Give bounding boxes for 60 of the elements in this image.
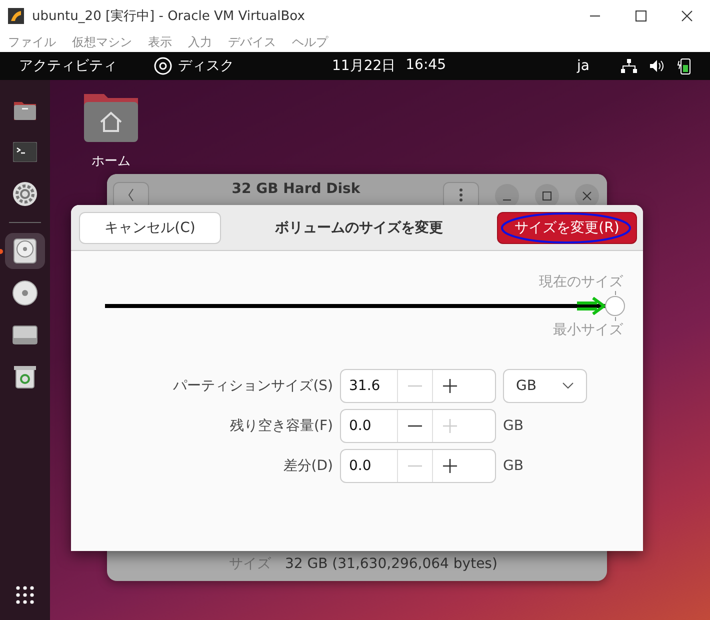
field-label: パーティションサイズ(S)	[172, 377, 333, 395]
folder-icon	[13, 99, 37, 121]
maximize-icon	[635, 10, 647, 22]
annotation-arrow	[577, 297, 605, 315]
field-label: 残り空き容量(F)	[229, 417, 333, 435]
spin-field[interactable]: 0.0	[340, 409, 496, 443]
time[interactable]: 16:45	[406, 57, 446, 75]
gear-icon	[12, 181, 38, 207]
minimum-size-label: 最小サイズ	[552, 321, 623, 339]
trash-icon	[14, 365, 36, 389]
volume-icon[interactable]	[649, 59, 666, 73]
disc-icon	[12, 280, 38, 306]
number-input[interactable]: 31.6	[341, 370, 397, 402]
app-icon	[8, 8, 24, 24]
menu-item[interactable]: ヘルプ	[292, 34, 328, 50]
size-slider[interactable]	[105, 293, 626, 319]
chevron-down-icon	[562, 382, 574, 390]
drive-icon	[12, 325, 38, 345]
dock-item[interactable]	[5, 233, 45, 269]
plus-icon	[443, 379, 457, 393]
terminal-icon	[13, 142, 37, 162]
window-title: 32 GB Hard Disk	[230, 181, 362, 197]
menu-item[interactable]: 表示	[148, 34, 172, 50]
dialog-title: ボリュームのサイズを変更	[274, 218, 444, 236]
menu-item[interactable]: 仮想マシン	[72, 34, 132, 50]
date[interactable]: 11月22日	[332, 57, 396, 75]
size-value: 32 GB (31,630,296,064 bytes)	[285, 556, 498, 572]
field-label: 差分(D)	[282, 457, 333, 475]
close-icon	[582, 191, 592, 201]
minus-icon	[408, 425, 422, 427]
activities-button[interactable]: アクティビティ	[19, 57, 154, 75]
desktop-icon-label: ホーム	[92, 153, 130, 170]
chevron-left-icon	[127, 188, 135, 202]
minus-icon	[408, 385, 422, 387]
plus-icon	[443, 419, 457, 433]
slider-thumb[interactable]	[605, 296, 625, 316]
battery-icon[interactable]	[677, 57, 692, 75]
disk-icon	[154, 57, 172, 75]
minimize-icon	[502, 199, 512, 201]
unit-dropdown[interactable]: GB	[503, 369, 587, 403]
plus-icon	[443, 459, 457, 473]
menu-item[interactable]: 入力	[188, 34, 212, 50]
number-input[interactable]: 0.0	[341, 450, 397, 482]
minus-icon	[408, 465, 422, 467]
unit-label: GB	[503, 418, 524, 434]
window-title: ubuntu_20 [実行中] - Oracle VM VirtualBox	[32, 8, 306, 25]
menu-item[interactable]: デバイス	[228, 34, 276, 50]
maximize-icon	[542, 191, 552, 201]
network-icon[interactable]	[621, 59, 638, 73]
current-size-label: 現在のサイズ	[538, 273, 623, 291]
unit-label: GB	[503, 458, 524, 474]
kebab-menu-icon	[459, 188, 463, 202]
menu-item[interactable]: ファイル	[8, 34, 56, 50]
app-menu[interactable]: ディスク	[178, 57, 234, 75]
cancel-button[interactable]: キャンセル(C)	[79, 212, 221, 244]
close-icon	[681, 10, 693, 22]
spin-field[interactable]: 0.0	[340, 449, 496, 483]
number-input[interactable]: 0.0	[341, 410, 397, 442]
spin-field[interactable]: 31.6	[340, 369, 496, 403]
language-indicator[interactable]: ja	[577, 58, 590, 74]
